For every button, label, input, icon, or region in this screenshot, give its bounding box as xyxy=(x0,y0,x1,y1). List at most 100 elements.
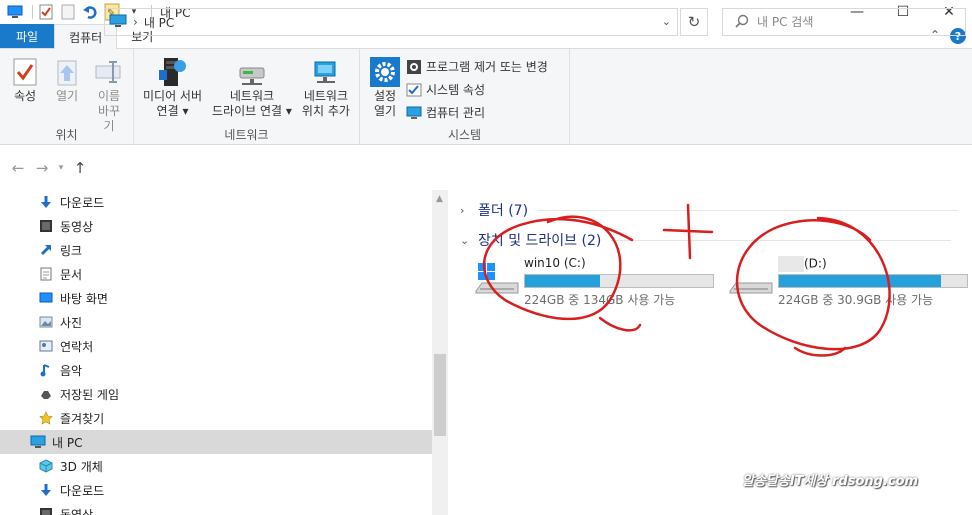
drive-usage-bar xyxy=(778,274,968,288)
separator xyxy=(32,5,33,19)
computer-management-button[interactable]: 컴퓨터 관리 xyxy=(406,101,548,124)
properties-icon[interactable] xyxy=(37,3,55,21)
nav-item-label: 3D 개체 xyxy=(60,459,103,474)
drive-d-info: (D:) 224GB 중 30.9GB 사용 가능 xyxy=(778,256,968,308)
up-button[interactable]: ↑ xyxy=(68,156,92,180)
open-label: 열기 xyxy=(55,89,79,103)
ribbon-group-network: 미디어 서버 연결 ▾ 네트워크 드라이브 연결 ▾ 네트워크 위치 추가 네트… xyxy=(134,49,360,145)
settings-gear-icon xyxy=(369,55,401,89)
drive-usage-fill xyxy=(779,275,941,287)
group-label-system: 시스템 xyxy=(447,128,482,142)
nav-item[interactable]: 문서 xyxy=(0,262,432,286)
nav-item[interactable]: 음악 xyxy=(0,358,432,382)
ribbon-group-system: 설정 열기 프로그램 제거 또는 변경 시스템 속성 컴퓨터 관리 시스템 xyxy=(360,49,570,145)
search-input[interactable] xyxy=(757,15,957,29)
drive-c[interactable]: win10 (C:) 224GB 중 134GB 사용 가능 xyxy=(472,256,714,308)
drive-size: 224GB 중 30.9GB 사용 가능 xyxy=(778,293,934,307)
breadcrumb-separator[interactable]: › xyxy=(133,15,138,29)
media-server-label: 미디어 서버 연결 ▾ xyxy=(143,89,203,118)
undo-icon[interactable] xyxy=(81,3,99,21)
search-box[interactable] xyxy=(722,8,966,36)
open-icon xyxy=(51,55,83,89)
drive-d[interactable]: (D:) 224GB 중 30.9GB 사용 가능 xyxy=(726,256,968,308)
drive-c-info: win10 (C:) 224GB 중 134GB 사용 가능 xyxy=(524,256,714,308)
nav-item[interactable]: 다운로드 xyxy=(0,190,432,214)
address-bar[interactable]: › 내 PC ⌄ xyxy=(104,8,678,36)
drive-usage-fill xyxy=(525,275,601,287)
link-icon xyxy=(38,242,54,258)
nav-item[interactable]: 3D 개체 xyxy=(0,454,432,478)
video-icon xyxy=(38,218,54,234)
nav-item[interactable]: 연락처 xyxy=(0,334,432,358)
document-icon xyxy=(38,266,54,282)
nav-item-label: 문서 xyxy=(60,267,83,282)
nav-item[interactable]: 바탕 화면 xyxy=(0,286,432,310)
ribbon-group-location: 속성 열기 이름 바꾸기 위치 xyxy=(0,49,134,145)
nav-item-label: 저장된 게임 xyxy=(60,387,120,402)
watermark: 알송달송IT세상 rdsong.com xyxy=(742,474,919,489)
nav-item-label: 링크 xyxy=(60,243,83,258)
nav-item-label: 다운로드 xyxy=(60,483,105,498)
nav-item[interactable]: 동영상 xyxy=(0,502,432,515)
redacted-label xyxy=(778,256,804,272)
nav-item-label: 연락처 xyxy=(60,339,94,354)
drives-section-header[interactable]: ⌄ 장치 및 드라이브 (2) xyxy=(460,230,952,250)
section-divider xyxy=(538,209,959,211)
uninstall-program-button[interactable]: 프로그램 제거 또는 변경 xyxy=(406,55,548,78)
network-location-icon xyxy=(310,55,342,89)
folders-header-label: 폴더 (7) xyxy=(478,203,529,219)
nav-item[interactable]: 사진 xyxy=(0,310,432,334)
saved-games-icon xyxy=(38,386,54,402)
nav-item-label: 음악 xyxy=(60,363,83,378)
tab-file[interactable]: 파일 xyxy=(0,24,55,48)
forward-button[interactable]: → xyxy=(30,156,54,180)
scroll-up-icon[interactable]: ▲ xyxy=(436,194,443,204)
nav-item[interactable]: 내 PC xyxy=(0,430,432,454)
properties-label: 속성 xyxy=(13,89,37,103)
new-folder-icon[interactable] xyxy=(59,3,77,21)
system-properties-button[interactable]: 시스템 속성 xyxy=(406,78,548,101)
search-icon xyxy=(735,14,749,31)
chevron-down-icon: ⌄ xyxy=(460,233,470,247)
nav-item[interactable]: 저장된 게임 xyxy=(0,382,432,406)
properties-icon xyxy=(9,55,41,89)
refresh-button[interactable]: ↻ xyxy=(680,8,708,36)
nav-item-label: 사진 xyxy=(60,315,83,330)
system-properties-icon xyxy=(406,82,422,98)
nav-item-label: 즐겨찾기 xyxy=(60,411,105,426)
pc-icon xyxy=(30,434,46,450)
nav-item[interactable]: 동영상 xyxy=(0,214,432,238)
drive-name: win10 (C:) xyxy=(524,256,586,270)
music-icon xyxy=(38,362,54,378)
picture-icon xyxy=(38,314,54,330)
nav-item[interactable]: 링크 xyxy=(0,238,432,262)
add-network-location-label: 네트워크 위치 추가 xyxy=(301,89,350,118)
computer-management-icon xyxy=(406,105,422,121)
recent-locations-button[interactable]: ▾ xyxy=(54,156,68,180)
download-icon xyxy=(38,194,54,210)
pc-icon xyxy=(109,14,127,31)
breadcrumb-current[interactable]: 내 PC xyxy=(144,14,174,31)
windows-drive-icon xyxy=(472,256,522,306)
uninstall-program-label: 프로그램 제거 또는 변경 xyxy=(426,60,548,74)
back-button[interactable]: ← xyxy=(6,156,30,180)
scrollbar-thumb[interactable] xyxy=(434,354,446,436)
contacts-icon xyxy=(38,338,54,354)
nav-scrollbar[interactable]: ▲ xyxy=(432,190,448,515)
content-pane: › 폴더 (7) ⌄ 장치 및 드라이브 (2) win10 (C:) 224G… xyxy=(452,190,972,515)
rename-icon xyxy=(93,55,125,89)
chevron-right-icon: › xyxy=(460,203,465,217)
pc-icon[interactable] xyxy=(6,3,24,21)
folders-section-header[interactable]: › 폴더 (7) xyxy=(460,200,959,220)
drive-icon xyxy=(726,256,776,306)
address-dropdown-icon[interactable]: ⌄ xyxy=(662,15,671,28)
nav-item[interactable]: 다운로드 xyxy=(0,478,432,502)
nav-item[interactable]: 즐겨찾기 xyxy=(0,406,432,430)
media-server-icon xyxy=(157,55,189,89)
map-network-drive-label: 네트워크 드라이브 연결 ▾ xyxy=(212,89,292,118)
system-properties-label: 시스템 속성 xyxy=(426,83,486,97)
address-row: ← → ▾ ↑ xyxy=(0,146,972,190)
group-label-location: 위치 xyxy=(55,128,78,142)
nav-item-label: 동영상 xyxy=(60,219,94,234)
nav-item-label: 다운로드 xyxy=(60,195,105,210)
